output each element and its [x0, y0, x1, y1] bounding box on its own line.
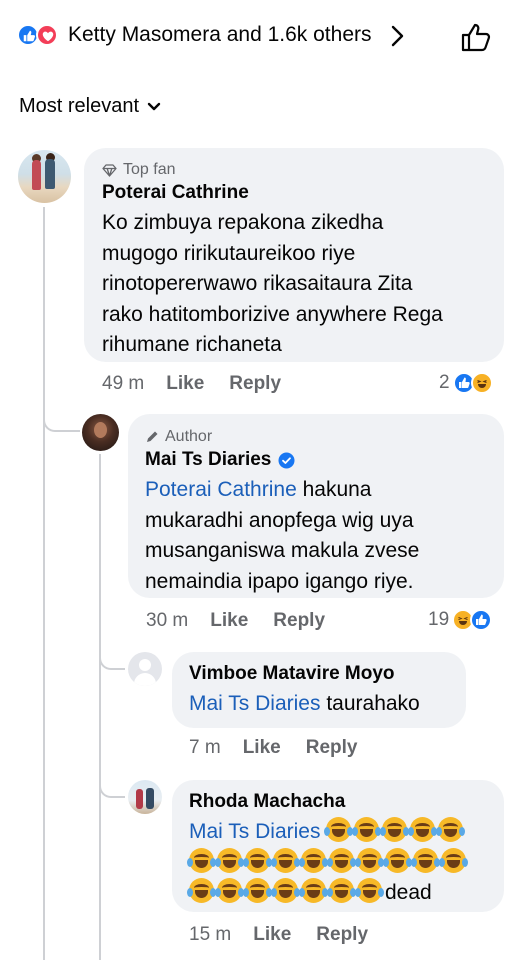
rolling-laughing-emoji	[355, 847, 384, 873]
comment-author[interactable]: Rhoda Machacha	[189, 791, 345, 813]
rolling-laughing-emoji	[215, 878, 244, 903]
comment-line: rihumane richaneta	[102, 333, 282, 356]
rolling-laughing-emoji	[383, 847, 412, 873]
author-badge: Author	[145, 428, 212, 446]
author-name: Mai Ts Diaries	[145, 449, 272, 470]
comment-author[interactable]: Poterai Cathrine	[102, 182, 249, 204]
rolling-laughing-emoji	[299, 847, 328, 873]
rolling-laughing-emoji	[187, 847, 216, 873]
thread-connector	[43, 405, 80, 432]
comment-line: Ko zimbuya repakona zikedha	[102, 211, 384, 234]
mention-link[interactable]: Mai Ts Diaries	[189, 820, 320, 843]
like-button[interactable]: Like	[253, 924, 291, 946]
reactions-header[interactable]: Ketty Masomera and 1.6k others	[0, 0, 521, 70]
comment-text: Poterai Cathrine hakuna mukaradhi anopfe…	[145, 475, 419, 597]
reaction-count[interactable]: 2	[439, 372, 493, 394]
top-fan-badge: Top fan	[102, 161, 175, 179]
like-icon	[470, 609, 493, 631]
rolling-laughing-emoji	[243, 847, 272, 873]
rolling-laughing-emoji	[215, 847, 244, 873]
verified-badge-icon	[278, 452, 295, 468]
reaction-icons	[17, 24, 65, 46]
comment-actions: 30 m Like Reply	[146, 610, 325, 632]
comment-bubble: Author Mai Ts Diaries Poterai Cathrine h…	[128, 414, 504, 598]
comment-line: dead	[385, 881, 432, 904]
comment-time: 30 m	[146, 610, 189, 631]
sort-dropdown[interactable]: Most relevant	[19, 93, 161, 119]
avatar[interactable]	[18, 150, 71, 203]
comment-line: musanganiswa makula zvese	[145, 539, 420, 562]
chevron-down-icon	[147, 102, 161, 111]
reply-button[interactable]: Reply	[229, 373, 281, 395]
rolling-laughing-emoji	[299, 878, 328, 903]
comment-line: rinotopererwawo rikasaitaura Zita	[102, 272, 413, 295]
comment-time: 49 m	[102, 373, 145, 394]
like-button[interactable]: Like	[166, 373, 204, 395]
rolling-laughing-emoji	[271, 878, 300, 903]
rolling-laughing-emoji	[243, 878, 272, 903]
reaction-count-number: 19	[428, 609, 450, 630]
rolling-laughing-emoji	[327, 847, 356, 873]
thumbs-up-outline-icon[interactable]	[461, 22, 493, 52]
comment-bubble: Vimboe Matavire Moyo Mai Ts Diaries taur…	[172, 652, 466, 728]
pen-icon	[147, 431, 158, 442]
rolling-laughing-emoji	[271, 847, 300, 873]
avatar[interactable]	[128, 780, 162, 814]
chevron-right-icon[interactable]	[390, 25, 404, 47]
rolling-laughing-emoji	[411, 847, 440, 873]
comment-line: mukaradhi anopfega wig uya	[145, 508, 414, 532]
haha-icon	[470, 372, 493, 394]
badge-label: Top fan	[123, 161, 176, 178]
comment-text: Mai Ts Diaries dead	[187, 817, 494, 909]
comment-line: taurahako	[326, 692, 420, 715]
comment-time: 15 m	[189, 924, 232, 945]
rolling-laughing-emoji	[352, 817, 382, 842]
love-icon	[36, 24, 58, 46]
comment-author[interactable]: Vimboe Matavire Moyo	[189, 663, 395, 685]
comment-line: mugogo ririkutaureikoo riye	[102, 241, 356, 265]
thread-line	[43, 207, 45, 960]
comment-text: Mai Ts Diaries taurahako	[189, 689, 420, 720]
badge-label: Author	[165, 428, 213, 445]
rolling-laughing-emoji	[327, 878, 356, 903]
rolling-laughing-emoji	[187, 878, 216, 903]
default-avatar-icon[interactable]	[128, 652, 162, 686]
comment-line: hakuna	[302, 478, 372, 501]
comment-actions: 49 m Like Reply	[102, 373, 281, 395]
thread-connector	[99, 648, 125, 670]
comment-bubble: Rhoda Machacha Mai Ts Diaries dead	[172, 780, 504, 912]
rolling-laughing-emoji	[408, 817, 438, 842]
mention-link[interactable]: Poterai Cathrine	[145, 478, 297, 501]
avatar[interactable]	[82, 414, 119, 451]
thread-line	[99, 454, 101, 960]
comment-author[interactable]: Mai Ts Diaries	[145, 449, 295, 471]
like-button[interactable]: Like	[210, 610, 248, 632]
rolling-laughing-emoji	[324, 817, 354, 842]
rolling-laughing-emoji	[439, 847, 468, 873]
reply-button[interactable]: Reply	[316, 924, 368, 946]
reply-button[interactable]: Reply	[273, 610, 325, 632]
comment-line: nemaindia ipapo igango riye.	[145, 569, 414, 593]
rolling-laughing-emoji	[436, 817, 466, 842]
mention-link[interactable]: Mai Ts Diaries	[189, 692, 320, 715]
like-button[interactable]: Like	[243, 737, 281, 759]
reaction-count[interactable]: 19	[428, 609, 493, 631]
comment-time: 7 m	[189, 737, 221, 758]
thread-connector	[99, 770, 125, 798]
reply-button[interactable]: Reply	[306, 737, 358, 759]
comment-bubble: Top fan Poterai Cathrine Ko zimbuya repa…	[84, 148, 504, 362]
reaction-count-number: 2	[439, 372, 450, 393]
rolling-laughing-emoji	[380, 817, 410, 842]
diamond-icon	[102, 163, 117, 177]
comment-actions: 15 m Like Reply	[189, 924, 368, 946]
reactors-summary[interactable]: Ketty Masomera and 1.6k others	[68, 22, 372, 48]
comment-text: Ko zimbuya repakona zikedha mugogo ririk…	[102, 208, 443, 361]
comment-line: rako hatitomborizive anywhere Rega	[102, 302, 443, 326]
rolling-laughing-emoji	[355, 878, 384, 903]
comment-actions: 7 m Like Reply	[189, 737, 357, 759]
sort-label: Most relevant	[19, 94, 140, 117]
